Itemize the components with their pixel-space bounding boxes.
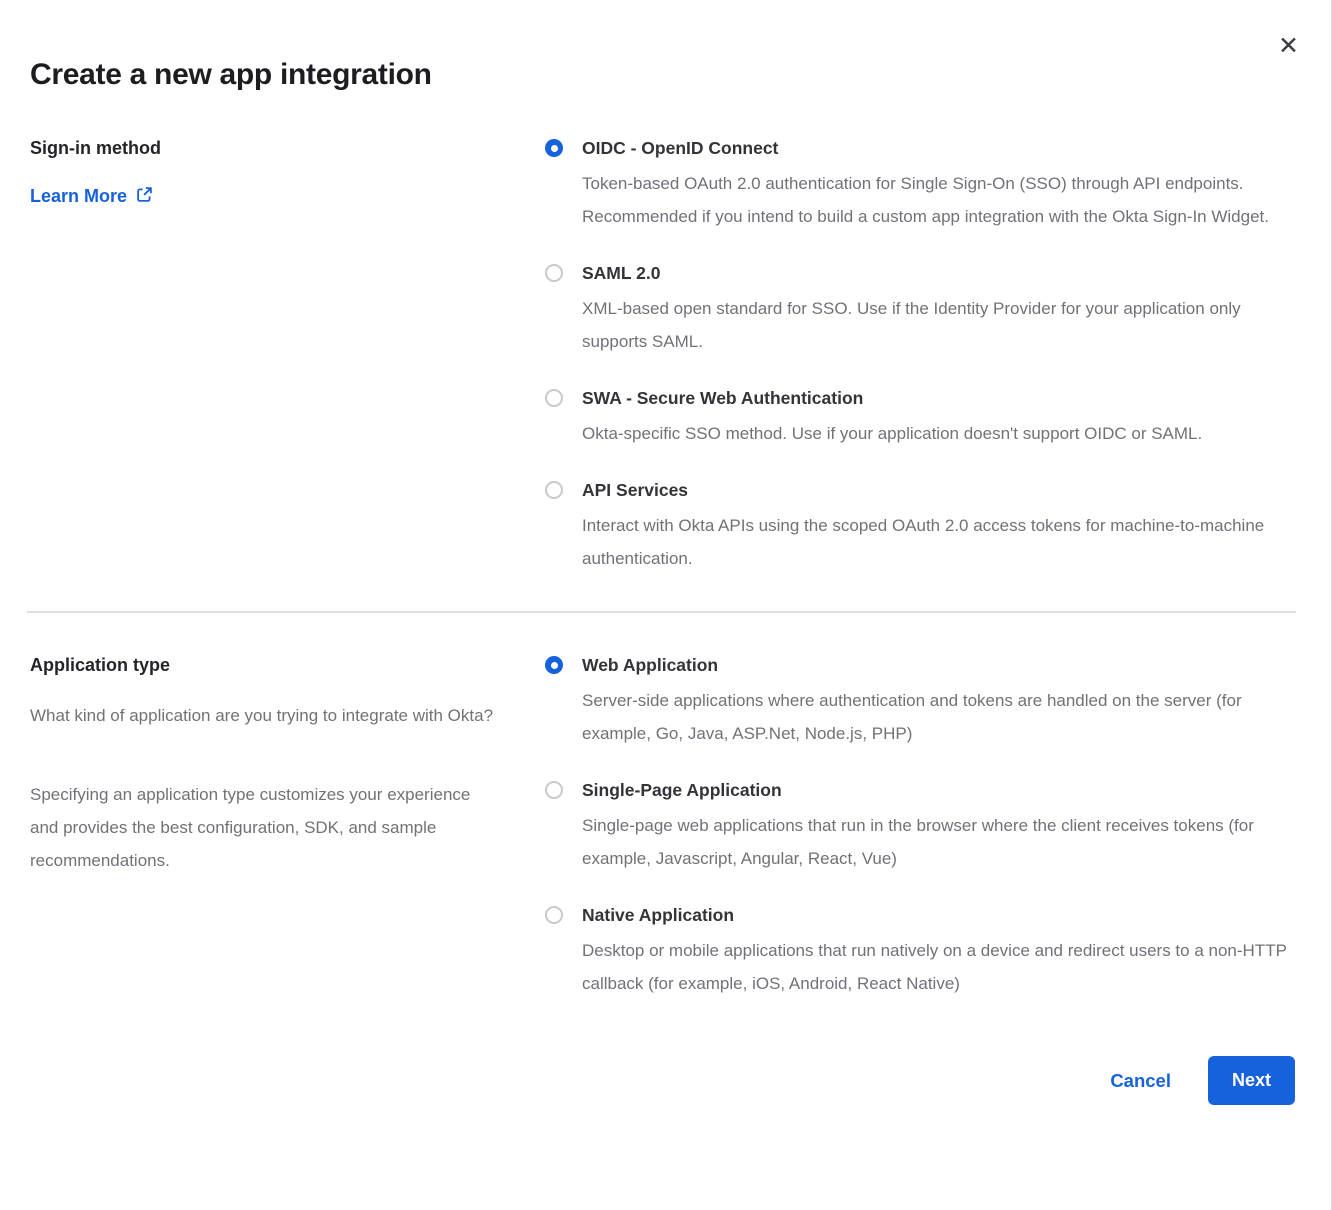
application-type-section: Application type What kind of applicatio… — [0, 613, 1331, 1000]
swa-option-description: Okta-specific SSO method. Use if your ap… — [582, 417, 1202, 450]
api-services-option-description: Interact with Okta APIs using the scoped… — [582, 509, 1297, 575]
radio-option-saml[interactable]: SAML 2.0 XML-based open standard for SSO… — [545, 261, 1297, 358]
radio-option-native-application[interactable]: Native Application Desktop or mobile app… — [545, 903, 1297, 1000]
create-app-integration-dialog: ✕ Create a new app integration Sign-in m… — [0, 0, 1332, 1210]
application-type-label: Application type — [30, 653, 499, 677]
saml-option-label: SAML 2.0 — [582, 261, 1297, 285]
learn-more-label: Learn More — [30, 186, 127, 207]
radio-icon-native-application[interactable] — [545, 906, 563, 924]
native-application-option-description: Desktop or mobile applications that run … — [582, 934, 1297, 1000]
swa-option-label: SWA - Secure Web Authentication — [582, 386, 1202, 410]
radio-option-oidc[interactable]: OIDC - OpenID Connect Token-based OAuth … — [545, 136, 1297, 233]
signin-method-label: Sign-in method — [30, 136, 499, 160]
radio-icon-swa[interactable] — [545, 389, 563, 407]
radio-icon-web-application[interactable] — [545, 656, 563, 674]
oidc-option-label: OIDC - OpenID Connect — [582, 136, 1297, 160]
radio-option-swa[interactable]: SWA - Secure Web Authentication Okta-spe… — [545, 386, 1297, 450]
single-page-application-option-label: Single-Page Application — [582, 778, 1297, 802]
radio-option-web-application[interactable]: Web Application Server-side applications… — [545, 653, 1297, 750]
api-services-option-label: API Services — [582, 478, 1297, 502]
radio-icon-saml[interactable] — [545, 264, 563, 282]
application-type-hint: Specifying an application type customize… — [30, 778, 499, 877]
web-application-option-label: Web Application — [582, 653, 1297, 677]
next-button[interactable]: Next — [1208, 1056, 1295, 1105]
learn-more-link[interactable]: Learn More — [30, 184, 153, 208]
web-application-option-description: Server-side applications where authentic… — [582, 684, 1297, 750]
close-icon[interactable]: ✕ — [1278, 34, 1299, 59]
signin-method-section: Sign-in method Learn More OIDC - OpenID … — [0, 136, 1331, 575]
radio-icon-api-services[interactable] — [545, 481, 563, 499]
radio-option-single-page-application[interactable]: Single-Page Application Single-page web … — [545, 778, 1297, 875]
dialog-footer: Cancel Next — [0, 1056, 1331, 1105]
external-link-icon — [136, 186, 153, 208]
application-type-options-group: Web Application Server-side applications… — [545, 653, 1297, 1000]
page-title: Create a new app integration — [0, 0, 1331, 92]
radio-option-api-services[interactable]: API Services Interact with Okta APIs usi… — [545, 478, 1297, 575]
cancel-button[interactable]: Cancel — [1110, 1070, 1171, 1092]
radio-icon-single-page-application[interactable] — [545, 781, 563, 799]
radio-icon-oidc[interactable] — [545, 139, 563, 157]
signin-options-group: OIDC - OpenID Connect Token-based OAuth … — [545, 136, 1297, 575]
oidc-option-description: Token-based OAuth 2.0 authentication for… — [582, 167, 1297, 233]
single-page-application-option-description: Single-page web applications that run in… — [582, 809, 1297, 875]
native-application-option-label: Native Application — [582, 903, 1297, 927]
saml-option-description: XML-based open standard for SSO. Use if … — [582, 292, 1297, 358]
application-type-question: What kind of application are you trying … — [30, 699, 499, 732]
